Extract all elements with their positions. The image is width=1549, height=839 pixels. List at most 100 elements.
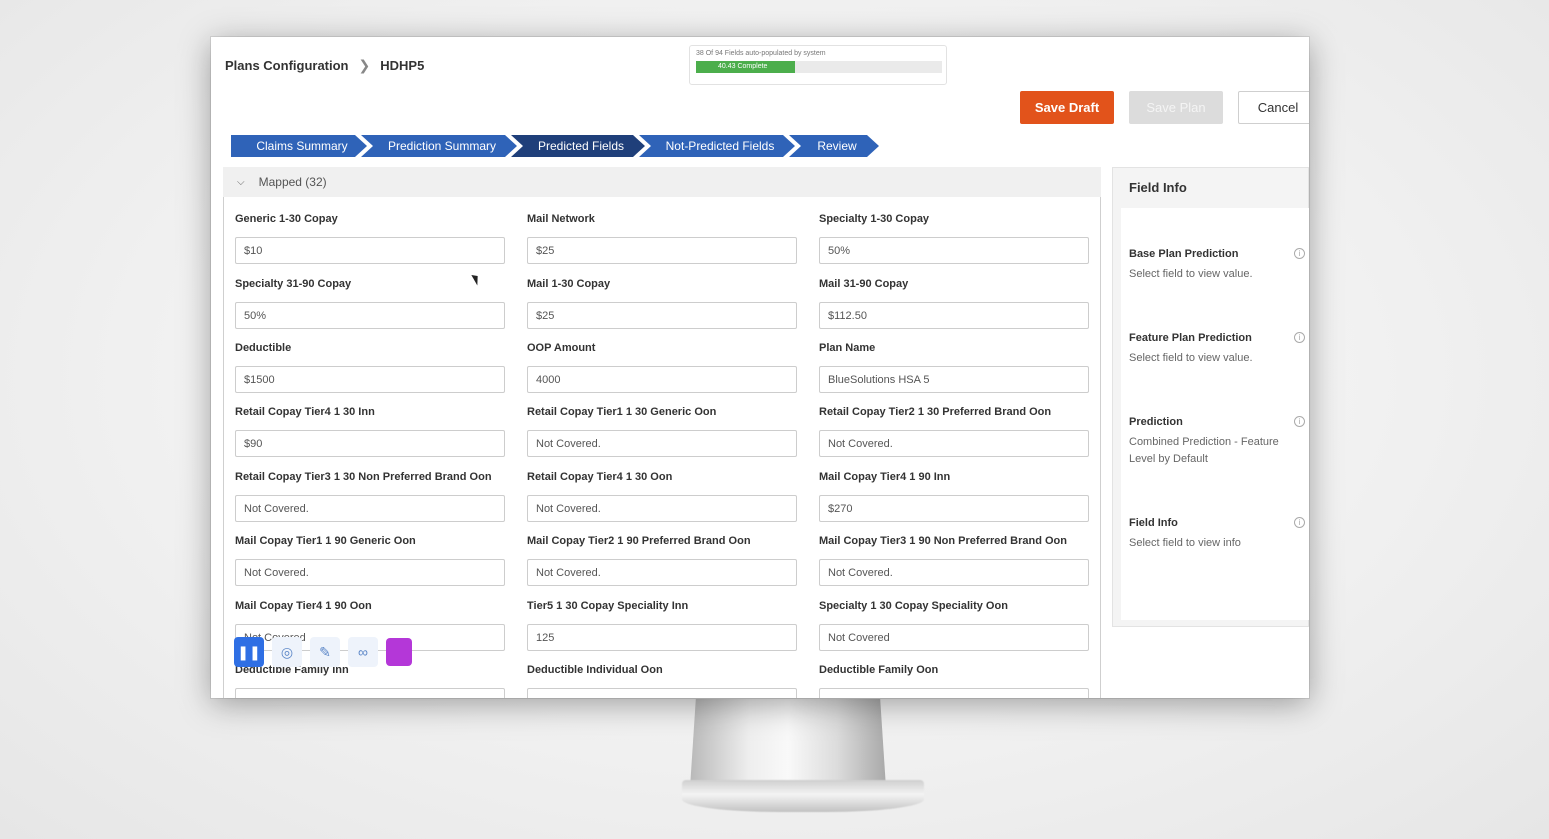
step-review[interactable]: Review [789, 135, 879, 157]
field-label: Specialty 31-90 Copay [235, 278, 352, 290]
field-deductible: Deductible $1500 [235, 342, 505, 393]
side-item-desc: Select field to view value. [1129, 268, 1253, 280]
field-label: Retail Copay Tier4 1 30 Inn [235, 406, 375, 418]
field-specialty-31-90-copay: Specialty 31-90 Copay 50% [235, 278, 505, 329]
field-retail-copay-tier1-1-30-generic-oon: Retail Copay Tier1 1 30 Generic Oon Not … [527, 406, 797, 457]
side-item-title: Base Plan Prediction [1129, 248, 1239, 260]
side-item-title: Field Info [1129, 517, 1178, 529]
pencil-icon[interactable]: ✎ [310, 637, 340, 667]
mapped-section-header[interactable]: ⌵ Mapped (32) [223, 167, 1101, 197]
field-label: Deductible Family Oon [819, 664, 939, 676]
chevron-down-icon[interactable]: ⌵ [237, 177, 245, 188]
field-label: Mail Copay Tier4 1 90 Inn [819, 471, 951, 483]
field-info-card: Base Plan Prediction Select field to vie… [1121, 208, 1309, 620]
step-claims-summary[interactable]: Claims Summary [231, 135, 367, 157]
monitor-screen: Plans Configuration ❯ HDHP5 38 Of 94 Fie… [211, 37, 1309, 698]
info-icon[interactable]: i [1294, 416, 1305, 427]
progress-fill-label: 40.43 Complete [718, 63, 768, 70]
field-input[interactable]: $112.50 [819, 302, 1089, 329]
field-input[interactable]: Not Covered. [819, 559, 1089, 586]
save-plan-button[interactable]: Save Plan [1129, 91, 1223, 124]
color-swatch[interactable] [386, 638, 412, 666]
field-mail-copay-tier2-1-90-preferred-brand-oon: Mail Copay Tier2 1 90 Preferred Brand Oo… [527, 535, 797, 586]
side-item-title: Prediction [1129, 416, 1183, 428]
field-label: Specialty 1-30 Copay [819, 213, 930, 225]
field-input[interactable]: Not Covered. [235, 559, 505, 586]
chevron-right-icon: ❯ [358, 57, 371, 73]
progress-track: 40.43 Complete [696, 61, 942, 73]
field-label: Retail Copay Tier2 1 30 Preferred Brand … [819, 406, 1052, 418]
field-input[interactable]: Not Covered. [527, 559, 797, 586]
field-retail-copay-tier3-1-30-non-preferred-brand-oon: Retail Copay Tier3 1 30 Non Preferred Br… [235, 471, 505, 522]
field-input[interactable]: BlueSolutions HSA 5 [819, 366, 1089, 393]
field-label: Mail Copay Tier1 1 90 Generic Oon [235, 535, 416, 547]
field-deductible-individual-oon: Deductible Individual Oon [527, 664, 797, 698]
field-retail-copay-tier4-1-30-oon: Retail Copay Tier4 1 30 Oon Not Covered. [527, 471, 797, 522]
base-plan-prediction: Base Plan Prediction Select field to vie… [1129, 248, 1305, 283]
step-predicted-fields[interactable]: Predicted Fields [511, 135, 645, 157]
globe-icon[interactable]: ◎ [272, 637, 302, 667]
field-mail-1-30-copay: Mail 1-30 Copay $25 [527, 278, 797, 329]
field-label: Generic 1-30 Copay [235, 213, 338, 225]
field-input[interactable]: Not Covered. [527, 495, 797, 522]
field-input[interactable]: 4000 [527, 366, 797, 393]
field-input[interactable]: $25 [527, 302, 797, 329]
field-input[interactable]: $25 [527, 237, 797, 264]
field-label: Mail 1-30 Copay [527, 278, 611, 290]
recording-toolbar: ❚❚ ◎ ✎ ∞ [234, 637, 412, 667]
field-input[interactable]: $10 [235, 237, 505, 264]
field-input[interactable] [819, 688, 1089, 698]
field-label: Mail Copay Tier2 1 90 Preferred Brand Oo… [527, 535, 751, 547]
field-label: Mail 31-90 Copay [819, 278, 909, 290]
field-label: OOP Amount [527, 342, 596, 354]
breadcrumb: Plans Configuration ❯ HDHP5 [225, 57, 424, 74]
field-input[interactable] [527, 688, 797, 698]
field-label: Tier5 1 30 Copay Speciality Inn [527, 600, 689, 612]
field-specialty-1-30-copay: Specialty 1-30 Copay 50% [819, 213, 1089, 264]
field-input[interactable]: $1500 [235, 366, 505, 393]
field-input[interactable]: 50% [235, 302, 505, 329]
side-item-desc: Select field to view value. [1129, 352, 1253, 364]
field-generic-1-30-copay: Generic 1-30 Copay $10 [235, 213, 505, 264]
field-mail-network: Mail Network $25 [527, 213, 797, 264]
autopopulate-progress: 38 Of 94 Fields auto-populated by system… [689, 45, 947, 85]
field-label: Deductible [235, 342, 292, 354]
field-plan-name: Plan Name BlueSolutions HSA 5 [819, 342, 1089, 393]
info-icon[interactable]: i [1294, 248, 1305, 259]
step-prediction-summary[interactable]: Prediction Summary [361, 135, 517, 157]
mapped-section-title: Mapped (32) [258, 175, 327, 189]
breadcrumb-parent[interactable]: Plans Configuration [225, 58, 349, 73]
info-icon[interactable]: i [1294, 332, 1305, 343]
side-item-desc: Select field to view info [1129, 537, 1241, 549]
field-specialty-1-30-copay-speciality-oon: Specialty 1 30 Copay Speciality Oon Not … [819, 600, 1089, 651]
step-not-predicted-fields[interactable]: Not-Predicted Fields [639, 135, 795, 157]
field-input[interactable]: Not Covered. [527, 430, 797, 457]
side-item-title: Feature Plan Prediction [1129, 332, 1252, 344]
monitor-stand-base [682, 780, 924, 812]
field-label: Retail Copay Tier1 1 30 Generic Oon [527, 406, 717, 418]
field-input[interactable]: Not Covered [819, 624, 1089, 651]
field-label: Mail Copay Tier3 1 90 Non Preferred Bran… [819, 535, 1067, 547]
field-label: Deductible Individual Oon [527, 664, 663, 676]
cancel-button[interactable]: Cancel [1238, 91, 1309, 124]
info-icon[interactable]: i [1294, 517, 1305, 528]
field-mail-copay-tier4-1-90-inn: Mail Copay Tier4 1 90 Inn $270 [819, 471, 1089, 522]
prediction: Prediction Combined Prediction - Feature… [1129, 416, 1305, 468]
field-input[interactable]: 50% [819, 237, 1089, 264]
field-label: Mail Copay Tier4 1 90 Oon [235, 600, 372, 612]
field-input[interactable]: 125 [527, 624, 797, 651]
field-input[interactable]: Not Covered. [235, 495, 505, 522]
field-input[interactable] [235, 688, 505, 698]
field-input[interactable]: Not Covered. [819, 430, 1089, 457]
progress-text: 38 Of 94 Fields auto-populated by system [696, 50, 826, 57]
field-input[interactable]: $90 [235, 430, 505, 457]
field-tier5-1-30-copay-speciality-inn: Tier5 1 30 Copay Speciality Inn 125 [527, 600, 797, 651]
field-deductible-family-oon: Deductible Family Oon [819, 664, 1089, 698]
link-icon[interactable]: ∞ [348, 637, 378, 667]
field-input[interactable]: $270 [819, 495, 1089, 522]
side-item-desc: Combined Prediction - Feature Level by D… [1129, 436, 1279, 465]
field-label: Plan Name [819, 342, 876, 354]
field-mail-copay-tier3-1-90-non-preferred-brand-oon: Mail Copay Tier3 1 90 Non Preferred Bran… [819, 535, 1089, 586]
pause-icon[interactable]: ❚❚ [234, 637, 264, 667]
save-draft-button[interactable]: Save Draft [1020, 91, 1114, 124]
